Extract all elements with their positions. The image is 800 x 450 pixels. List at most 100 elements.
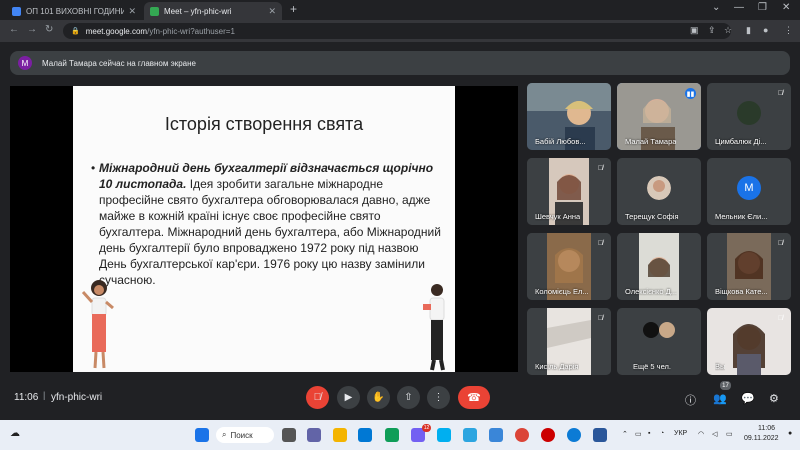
weather-icon[interactable]: ☁ (10, 428, 20, 439)
battery-icon[interactable]: ▭ (726, 430, 733, 438)
notifications-icon[interactable]: ● (788, 430, 792, 437)
avatar (647, 176, 671, 200)
chevron-up-icon[interactable]: ⌃ (622, 430, 628, 438)
profile-avatar[interactable]: ● (763, 25, 768, 35)
activities-icon[interactable]: ⚙ (769, 392, 779, 405)
url-host: meet.google.com (85, 26, 148, 36)
slide-body: • Міжнародний день бухгалтерії відзначає… (91, 160, 444, 288)
mic-off-icon: 🎙̸ (777, 240, 784, 247)
word-icon[interactable] (593, 428, 607, 442)
taskbar-search[interactable]: ⌕ Поиск (216, 427, 274, 443)
volume-icon[interactable]: ◁ (712, 430, 717, 438)
minimize-button[interactable]: — (734, 2, 744, 13)
maximize-button[interactable]: ❐ (758, 2, 767, 13)
search-label: Поиск (230, 430, 253, 440)
recorder-icon[interactable] (541, 428, 555, 442)
participant-tile-self[interactable]: 🎙̸ Вы (707, 308, 791, 375)
chevron-down-icon[interactable]: ⌄ (712, 2, 720, 13)
chrome-icon[interactable] (515, 428, 529, 442)
network-icon[interactable]: ▭ (635, 430, 642, 438)
close-tab-icon[interactable]: ✕ (128, 6, 136, 17)
mic-off-icon: 🎙̸ (597, 240, 604, 247)
viber-badge: 12 (422, 424, 431, 432)
language-indicator[interactable]: УКР (674, 430, 687, 437)
edge-icon[interactable] (567, 428, 581, 442)
woman-illustration (81, 280, 114, 369)
sidebar-icon[interactable]: ▮ (746, 25, 751, 36)
url-field[interactable]: 🔒 meet.google.com /yfn-phic-wri?authuser… (63, 23, 731, 39)
lock-icon: 🔒 (71, 28, 80, 35)
participant-name: Олексієнко Д... (625, 287, 677, 296)
close-tab-icon[interactable]: ✕ (268, 6, 276, 17)
address-bar-row: ← → ↻ 🔒 meet.google.com /yfn-phic-wri?au… (0, 20, 800, 42)
participant-name: Малай Тамара (625, 137, 677, 146)
url-path: /yfn-phic-wri?authuser=1 (147, 26, 235, 36)
participant-name: Бабій Любов... (535, 137, 586, 146)
participant-name: Мельник Єли... (715, 212, 768, 221)
participant-tile[interactable]: 🎙̸ Кисіль Дарія (527, 308, 611, 375)
present-button[interactable]: ⇧ (397, 386, 420, 409)
participant-tile[interactable]: М Мельник Єли... (707, 158, 791, 225)
tab-title: ОП 101 ВИХОВНІ ГОДИНИ (26, 6, 125, 16)
participant-tile[interactable]: Ещё 5 чел. (617, 308, 701, 375)
star-icon[interactable]: ☆ (724, 25, 732, 36)
participant-tile[interactable]: 🎙̸ Віщкова Кате... (707, 233, 791, 300)
participant-name: Віщкова Кате... (715, 287, 768, 296)
mic-toggle-button[interactable]: 🎙̸ (306, 386, 329, 409)
share-icon[interactable]: ⇪ (708, 25, 716, 36)
photos-icon[interactable] (489, 428, 503, 442)
presentation-stage: Історія створення свята • Міжнародний де… (10, 86, 518, 372)
participant-tile[interactable]: Бабій Любов... (527, 83, 611, 150)
reload-button[interactable]: ↻ (45, 24, 53, 35)
participant-tile[interactable]: ▮▮ Малай Тамара (617, 83, 701, 150)
participant-tile[interactable]: 🎙̸ Коломієць Ел... (527, 233, 611, 300)
slide-title: Історія створення свята (164, 114, 364, 134)
taskbar-date[interactable]: 09.11.2022 (744, 435, 779, 442)
store-icon[interactable] (358, 428, 372, 442)
color-icon[interactable]: ◔ (660, 430, 664, 437)
telegram-icon[interactable] (463, 428, 477, 442)
search-icon: ⌕ (222, 430, 227, 439)
mic-off-icon: 🎙̸ (777, 90, 784, 97)
leave-call-button[interactable]: ☎ (458, 386, 490, 409)
forward-button[interactable]: → (27, 24, 37, 35)
wifi-icon[interactable]: ◠ (698, 430, 704, 438)
camera-toggle-button[interactable]: ▶ (337, 386, 360, 409)
task-view-icon[interactable] (282, 428, 296, 442)
separator: | (43, 390, 46, 400)
more-participants-label: Ещё 5 чел. (633, 362, 671, 371)
slide-body-text: Ідея зробити загальне міжнародне професі… (99, 177, 441, 287)
participant-name: Кисіль Дарія (535, 362, 579, 371)
close-window-button[interactable]: ✕ (782, 2, 790, 13)
file-explorer-icon[interactable] (333, 428, 347, 442)
avatar (737, 101, 761, 125)
windows-taskbar: ☁ ⌕ Поиск 12 ⌃ ▭ ▪ ◔ УКР ◠ ◁ ▭ 11:06 09.… (0, 420, 800, 450)
participant-tile[interactable]: Терещук Софія (617, 158, 701, 225)
slide: Історія створення свята • Міжнародний де… (73, 86, 455, 372)
chat-icon[interactable]: 💬 (741, 392, 755, 405)
menu-icon[interactable]: ⋮ (784, 25, 793, 36)
speaking-indicator-icon: ▮▮ (685, 88, 696, 99)
camera-permission-icon[interactable]: ▣ (690, 25, 699, 36)
presenting-banner: М Малай Тамара сейчас на главном экране (10, 51, 790, 75)
back-button[interactable]: ← (9, 24, 19, 35)
tab-title: Meet – yfn-phic-wri (164, 6, 232, 16)
browser-tab-strip: ОП 101 ВИХОВНІ ГОДИНИ ✕ Meet – yfn-phic-… (0, 0, 800, 20)
skype-icon[interactable] (437, 428, 451, 442)
more-options-button[interactable]: ⋮ (427, 386, 450, 409)
tab-meet[interactable]: Meet – yfn-phic-wri ✕ (144, 2, 282, 20)
raise-hand-button[interactable]: ✋ (367, 386, 390, 409)
start-button[interactable] (195, 428, 209, 442)
camera-tray-icon[interactable]: ▪ (648, 430, 650, 437)
participant-tile[interactable]: 🎙̸ Шевчук Анна (527, 158, 611, 225)
tab-vykhovni-hodyny[interactable]: ОП 101 ВИХОВНІ ГОДИНИ ✕ (6, 2, 142, 20)
new-tab-button[interactable]: + (290, 2, 297, 16)
mail-icon[interactable] (385, 428, 399, 442)
info-icon[interactable]: ⓘ (685, 392, 696, 408)
taskbar-time[interactable]: 11:06 (758, 425, 775, 432)
people-icon[interactable]: 👥 (713, 392, 727, 405)
participant-tile[interactable]: 🎙̸ Цимбалюк Ді... (707, 83, 791, 150)
teams-icon[interactable] (307, 428, 321, 442)
meeting-time: 11:06 (14, 392, 39, 403)
participant-tile[interactable]: Олексієнко Д... (617, 233, 701, 300)
